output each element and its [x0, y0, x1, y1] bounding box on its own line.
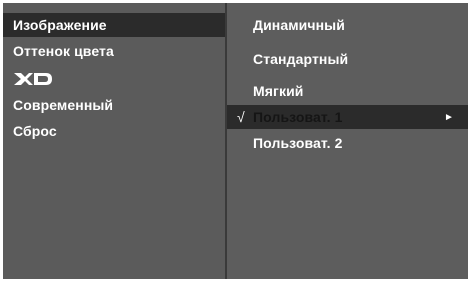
main-menu-panel: Изображение Оттенок цвета Современный Сб…: [3, 3, 227, 279]
submenu-item-label: Динамичный: [253, 17, 345, 33]
menu-item-label: Сброс: [13, 123, 57, 139]
submenu-item-soft[interactable]: Мягкий: [227, 79, 468, 103]
menu-item-label: Оттенок цвета: [13, 43, 114, 59]
submenu-panel: Динамичный Стандартный Мягкий √ Пользова…: [227, 3, 468, 279]
menu-item-label: Современный: [13, 97, 114, 113]
submenu-item-label: Пользоват. 2: [253, 135, 343, 151]
menu-item-label: Изображение: [13, 17, 107, 33]
xd-logo-icon: [14, 73, 52, 85]
submenu-item-dynamic[interactable]: Динамичный: [227, 13, 468, 37]
submenu-item-label: Стандартный: [253, 51, 349, 67]
osd-menu: Изображение Оттенок цвета Современный Сб…: [0, 0, 471, 282]
menu-item-modern[interactable]: Современный: [3, 93, 225, 117]
submenu-item-user1[interactable]: √ Пользоват. 1 ►: [227, 105, 468, 129]
menu-item-image[interactable]: Изображение: [3, 13, 225, 37]
menu-item-xd[interactable]: [13, 71, 53, 87]
menu-item-reset[interactable]: Сброс: [3, 119, 225, 143]
submenu-item-standard[interactable]: Стандартный: [227, 47, 468, 71]
submenu-item-user2[interactable]: Пользоват. 2: [227, 131, 468, 155]
submenu-item-label: Пользоват. 1: [253, 109, 343, 125]
menu-item-color-tone[interactable]: Оттенок цвета: [3, 39, 225, 63]
submenu-item-label: Мягкий: [253, 83, 304, 99]
arrow-right-icon: ►: [444, 111, 454, 123]
checkmark-icon: √: [237, 109, 245, 125]
